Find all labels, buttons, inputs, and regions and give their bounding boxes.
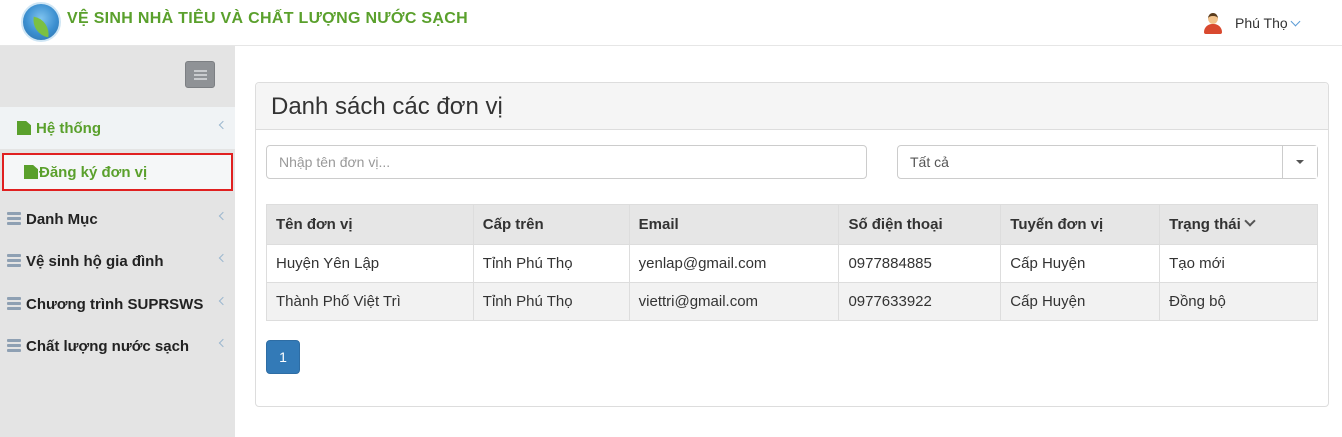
sidebar-item-label: Hệ thống [36, 119, 101, 137]
table-header-row: Tên đơn vị Cấp trên Email Số điện thoại … [266, 204, 1318, 245]
database-icon [7, 339, 21, 353]
sort-down-icon[interactable] [1244, 215, 1256, 227]
table-cell: viettri@gmail.com [628, 282, 840, 321]
pagination-page-button[interactable]: 1 [266, 340, 300, 374]
table-cell: Tạo mới [1159, 244, 1318, 283]
list-icon [7, 212, 21, 226]
logo[interactable] [21, 2, 61, 42]
user-name: Phú Thọ [1235, 15, 1288, 31]
dropdown-toggle-button[interactable] [1282, 146, 1317, 178]
sidebar-item-dang-ky-don-vi[interactable]: Đăng ký đơn vị [2, 153, 233, 191]
database-icon [7, 254, 21, 268]
sidebar-toggle-button[interactable] [185, 61, 215, 88]
caret-down-icon [1296, 160, 1304, 164]
table-cell: Tỉnh Phú Thọ [472, 282, 630, 321]
user-menu[interactable]: Phú Thọ [1203, 12, 1301, 34]
page-title: Danh sách các đơn vị [271, 93, 503, 120]
units-table: Tên đơn vị Cấp trên Email Số điện thoại … [266, 204, 1318, 321]
chevron-left-icon [218, 253, 228, 263]
sidebar: Hệ thống Đăng ký đơn vị Danh Mục Vệ sinh… [0, 46, 235, 437]
sidebar-item-he-thong[interactable]: Hệ thống [0, 107, 235, 149]
units-panel: Danh sách các đơn vị Tất cả Tên đơn vị C… [255, 82, 1329, 407]
app-title: VỆ SINH NHÀ TIÊU VÀ CHẤT LƯỢNG NƯỚC SẠCH [67, 10, 468, 27]
column-header[interactable]: Cấp trên [472, 204, 630, 245]
chevron-down-icon [1290, 16, 1301, 26]
table-cell: Tỉnh Phú Thọ [472, 244, 630, 283]
table-cell: Cấp Huyện [1000, 244, 1161, 283]
chevron-left-icon [218, 296, 228, 306]
sidebar-item-label: Vệ sinh hộ gia đình [26, 252, 164, 270]
search-input[interactable] [266, 145, 867, 179]
filter-selected-value: Tất cả [910, 154, 949, 170]
column-header[interactable]: Email [628, 204, 840, 245]
top-bar: VỆ SINH NHÀ TIÊU VÀ CHẤT LƯỢNG NƯỚC SẠCH… [0, 0, 1342, 46]
chevron-left-icon [218, 120, 228, 130]
sidebar-item-danh-muc[interactable]: Danh Mục [0, 198, 235, 240]
table-cell: Cấp Huyện [1000, 282, 1161, 321]
user-avatar-icon [1203, 12, 1223, 34]
sidebar-item-ve-sinh-ho-gia-dinh[interactable]: Vệ sinh hộ gia đình [0, 240, 235, 282]
table-row[interactable]: Huyện Yên Lập Tỉnh Phú Thọ yenlap@gmail.… [266, 244, 1318, 283]
panel-header: Danh sách các đơn vị [256, 83, 1328, 130]
sidebar-item-label: Danh Mục [26, 210, 98, 228]
table-cell: Huyện Yên Lập [266, 244, 474, 283]
file-icon [17, 121, 31, 135]
sidebar-item-label: Chương trình SUPRSWS [26, 295, 204, 313]
database-icon [7, 297, 21, 311]
table-cell: 0977884885 [838, 244, 1002, 283]
sidebar-item-chat-luong-nuoc-sach[interactable]: Chất lượng nước sạch [0, 325, 235, 367]
sidebar-item-label: Đăng ký đơn vị [39, 163, 148, 181]
table-cell: Thành Phố Việt Trì [266, 282, 474, 321]
table-cell: Đồng bộ [1159, 282, 1318, 321]
table-cell: 0977633922 [838, 282, 1002, 321]
column-header[interactable]: Tuyến đơn vị [1000, 204, 1161, 245]
column-header[interactable]: Số điện thoại [838, 204, 1002, 245]
file-icon [24, 165, 38, 179]
sidebar-item-label: Chất lượng nước sạch [26, 337, 190, 355]
status-filter-select[interactable]: Tất cả [897, 145, 1318, 179]
chevron-left-icon [218, 211, 228, 221]
sidebar-item-chuong-trinh-suprsws[interactable]: Chương trình SUPRSWS [0, 283, 235, 325]
column-header-status[interactable]: Trạng thái [1159, 204, 1318, 245]
table-row[interactable]: Thành Phố Việt Trì Tỉnh Phú Thọ viettri@… [266, 282, 1318, 321]
table-cell: yenlap@gmail.com [628, 244, 840, 283]
chevron-left-icon [218, 338, 228, 348]
column-header[interactable]: Tên đơn vị [266, 204, 474, 245]
column-header-label: Trạng thái [1169, 216, 1241, 233]
